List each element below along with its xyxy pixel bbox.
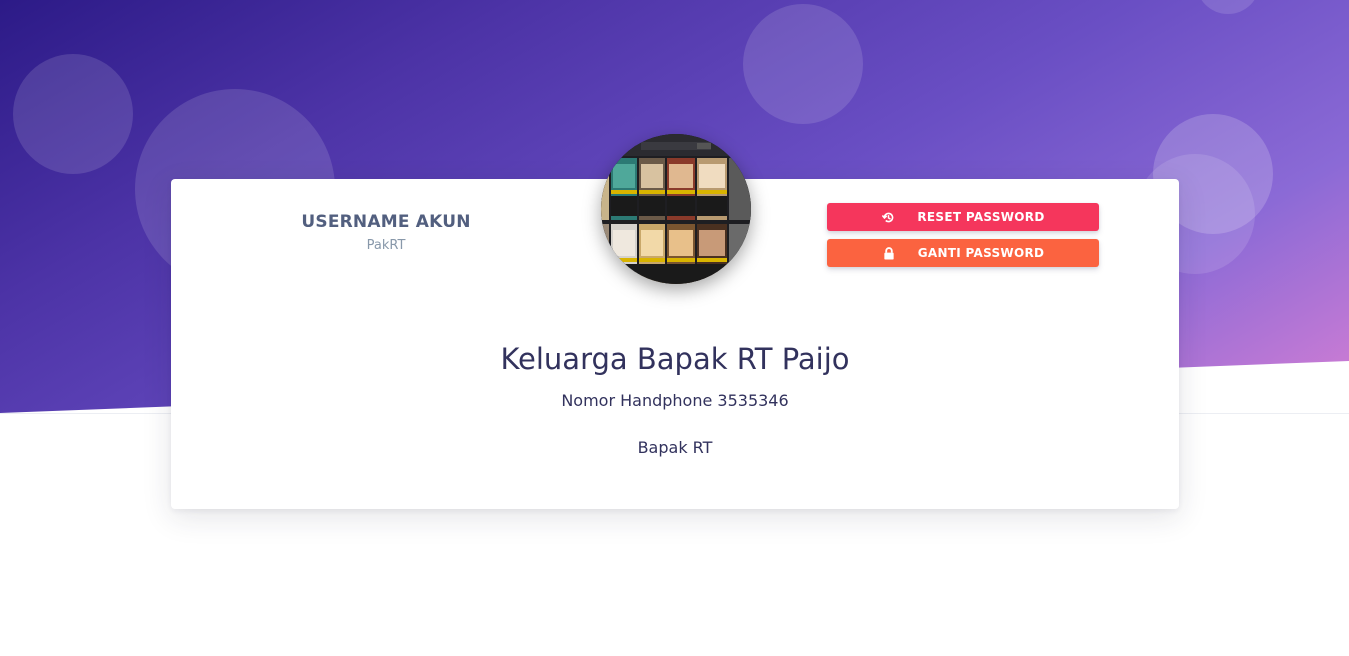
change-password-button[interactable]: GANTI PASSWORD xyxy=(827,239,1099,267)
profile-phone: Nomor Handphone 3535346 xyxy=(171,391,1179,410)
phone-label: Nomor Handphone xyxy=(561,391,713,410)
profile-avatar[interactable] xyxy=(601,134,751,284)
avatar-image xyxy=(601,134,751,284)
username-block: USERNAME AKUN PakRT xyxy=(271,212,501,253)
decorative-circle xyxy=(13,54,133,174)
change-password-label: GANTI PASSWORD xyxy=(917,246,1045,260)
history-icon xyxy=(881,210,895,224)
profile-card: USERNAME AKUN PakRT RESET PASSWORD GANTI… xyxy=(171,134,1179,509)
username-label: USERNAME AKUN xyxy=(301,212,471,232)
username-value: PakRT xyxy=(366,238,406,253)
profile-full-name: Keluarga Bapak RT Paijo xyxy=(500,342,850,376)
reset-password-label: RESET PASSWORD xyxy=(917,210,1045,224)
phone-number: 3535346 xyxy=(717,391,789,410)
decorative-circle xyxy=(743,4,863,124)
reset-password-button[interactable]: RESET PASSWORD xyxy=(827,203,1099,231)
lock-icon xyxy=(882,246,896,260)
profile-role: Bapak RT xyxy=(637,438,713,457)
profile-page: USERNAME AKUN PakRT RESET PASSWORD GANTI… xyxy=(0,0,1349,656)
decorative-circle xyxy=(1196,0,1260,14)
